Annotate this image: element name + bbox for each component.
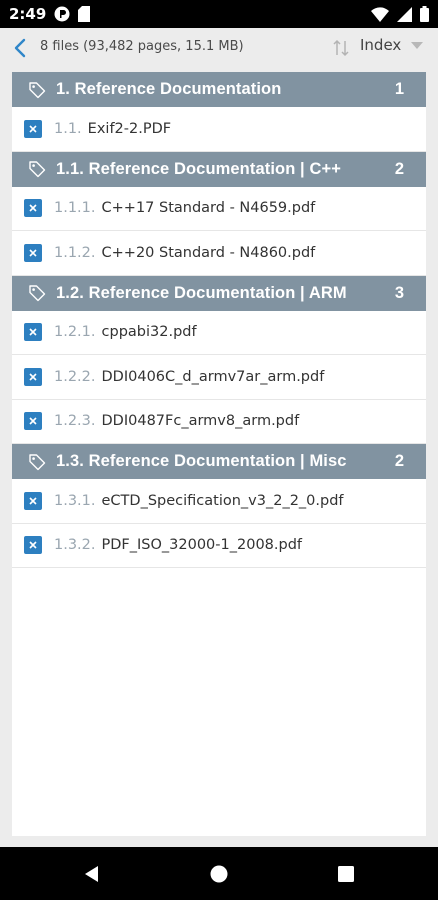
back-chevron-icon[interactable]: [10, 37, 32, 59]
status-bar: 2:49: [0, 0, 438, 28]
file-row[interactable]: 1.2.2. DDI0406C_d_armv7ar_arm.pdf: [12, 355, 426, 400]
file-number: 1.2.1.: [54, 324, 96, 341]
file-number: 1.3.2.: [54, 537, 96, 554]
file-name: DDI0406C_d_armv7ar_arm.pdf: [101, 368, 325, 385]
group-count: 2: [394, 452, 404, 470]
group-header[interactable]: 1. Reference Documentation 1: [12, 72, 426, 107]
file-row[interactable]: 1.1.2. C++20 Standard - N4860.pdf: [12, 231, 426, 276]
battery-icon: [420, 6, 429, 26]
file-row[interactable]: 1.2.3. DDI0487Fc_armv8_arm.pdf: [12, 399, 426, 444]
pdf-document-icon: [24, 536, 42, 555]
group-title: 1.3. Reference Documentation | Misc: [56, 452, 347, 470]
file-row[interactable]: 1.1. Exif2-2.PDF: [12, 107, 426, 152]
tag-icon: [28, 453, 46, 471]
group-header[interactable]: 1.2. Reference Documentation | ARM 3: [12, 275, 426, 311]
pdf-document-icon: [24, 491, 42, 510]
file-name: PDF_ISO_32000-1_2008.pdf: [101, 537, 303, 554]
pdf-document-icon: [24, 199, 42, 218]
file-number: 1.3.1.: [54, 492, 96, 509]
file-name: DDI0487Fc_armv8_arm.pdf: [101, 413, 300, 430]
app-notification-icon: [54, 6, 70, 26]
wifi-icon: [371, 6, 389, 26]
status-time: 2:49: [9, 5, 47, 23]
signal-icon: [397, 6, 412, 26]
file-name: eCTD_Specification_v3_2_2_0.pdf: [101, 492, 344, 509]
pdf-document-icon: [24, 119, 42, 138]
file-number: 1.1.: [54, 120, 82, 137]
file-name: C++20 Standard - N4860.pdf: [101, 244, 316, 261]
triangle-down-icon: [411, 36, 424, 54]
recents-square-icon[interactable]: [335, 863, 357, 885]
file-list: 1. Reference Documentation 1 1.1. Exif2-…: [12, 72, 426, 836]
group-title: 1.1. Reference Documentation | C++: [56, 159, 341, 178]
file-number: 1.1.2.: [54, 244, 96, 261]
file-name: cppabi32.pdf: [101, 324, 197, 341]
file-row[interactable]: 1.1.1. C++17 Standard - N4659.pdf: [12, 186, 426, 231]
file-summary: 8 files (93,482 pages, 15.1 MB): [40, 39, 244, 54]
group-count: 3: [394, 283, 404, 302]
navigation-bar: [0, 847, 438, 900]
group-header[interactable]: 1.3. Reference Documentation | Misc 2: [12, 444, 426, 479]
tag-icon: [28, 160, 46, 178]
file-row[interactable]: 1.3.2. PDF_ISO_32000-1_2008.pdf: [12, 523, 426, 568]
pdf-document-icon: [24, 243, 42, 262]
group-count: 2: [394, 159, 404, 178]
file-name: Exif2-2.PDF: [87, 120, 172, 137]
sort-select-label: Index: [360, 36, 402, 54]
group-title: 1.2. Reference Documentation | ARM: [56, 283, 347, 302]
file-name: C++17 Standard - N4659.pdf: [101, 200, 316, 217]
pdf-document-icon: [24, 367, 42, 386]
file-number: 1.1.1.: [54, 200, 96, 217]
group-header[interactable]: 1.1. Reference Documentation | C++ 2: [12, 151, 426, 187]
tag-icon: [28, 81, 46, 99]
toolbar: 8 files (93,482 pages, 15.1 MB) Index: [0, 28, 438, 68]
sd-card-icon: [78, 6, 90, 26]
back-triangle-icon[interactable]: [81, 863, 103, 885]
sort-arrows-icon[interactable]: [330, 37, 352, 59]
pdf-document-icon: [24, 412, 42, 431]
file-row[interactable]: 1.2.1. cppabi32.pdf: [12, 310, 426, 355]
home-circle-icon[interactable]: [208, 863, 230, 885]
group-title: 1. Reference Documentation: [56, 80, 282, 98]
pdf-document-icon: [24, 323, 42, 342]
tag-icon: [28, 284, 46, 302]
sort-select[interactable]: Index: [360, 36, 424, 54]
group-count: 1: [394, 80, 404, 98]
file-number: 1.2.2.: [54, 368, 96, 385]
file-row[interactable]: 1.3.1. eCTD_Specification_v3_2_2_0.pdf: [12, 479, 426, 524]
file-number: 1.2.3.: [54, 413, 96, 430]
